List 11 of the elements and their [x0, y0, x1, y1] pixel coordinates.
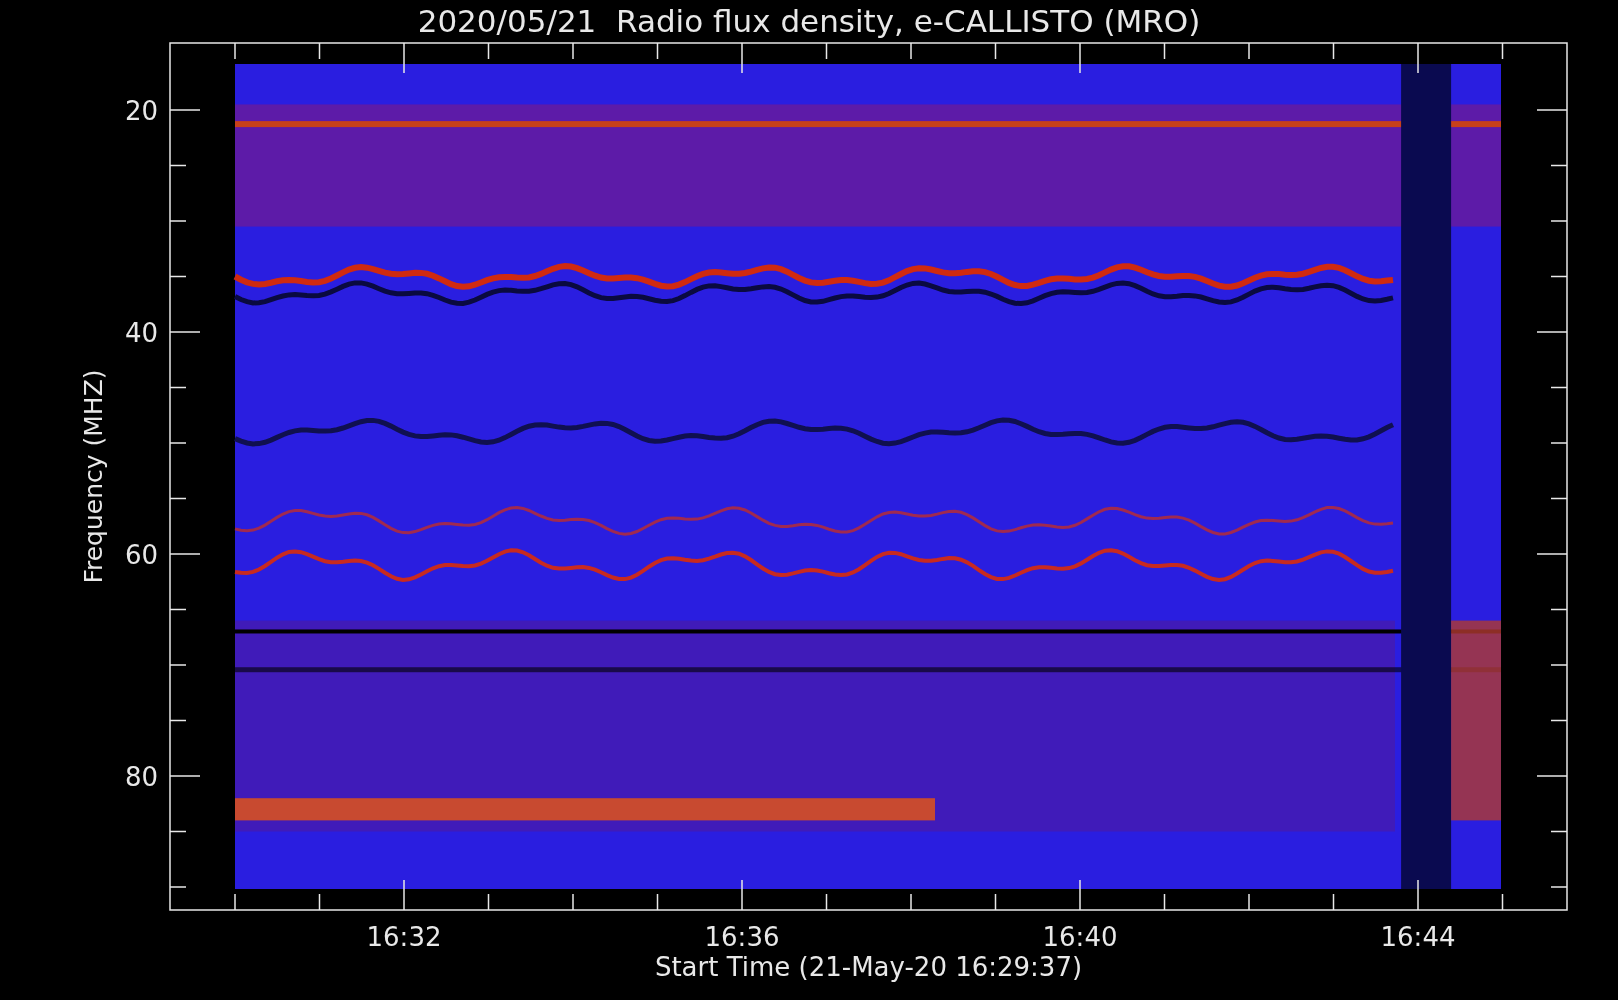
tick-label: 60 — [124, 540, 158, 570]
tick-label: 40 — [124, 318, 158, 348]
tick-label: 16:32 — [366, 922, 442, 952]
axis-label: Frequency (MHZ) — [79, 369, 108, 584]
tick-label: 20 — [124, 96, 158, 126]
tick-label: 80 — [124, 762, 158, 792]
tick-label: 16:40 — [1042, 922, 1118, 952]
axis-label: Start Time (21-May-20 16:29:37) — [654, 952, 1083, 982]
tick-label: 16:44 — [1380, 922, 1456, 952]
plot-title: 2020/05/21 Radio flux density, e-CALLISTO (MRO) — [417, 3, 1201, 39]
tick-label: 16:36 — [704, 922, 780, 952]
